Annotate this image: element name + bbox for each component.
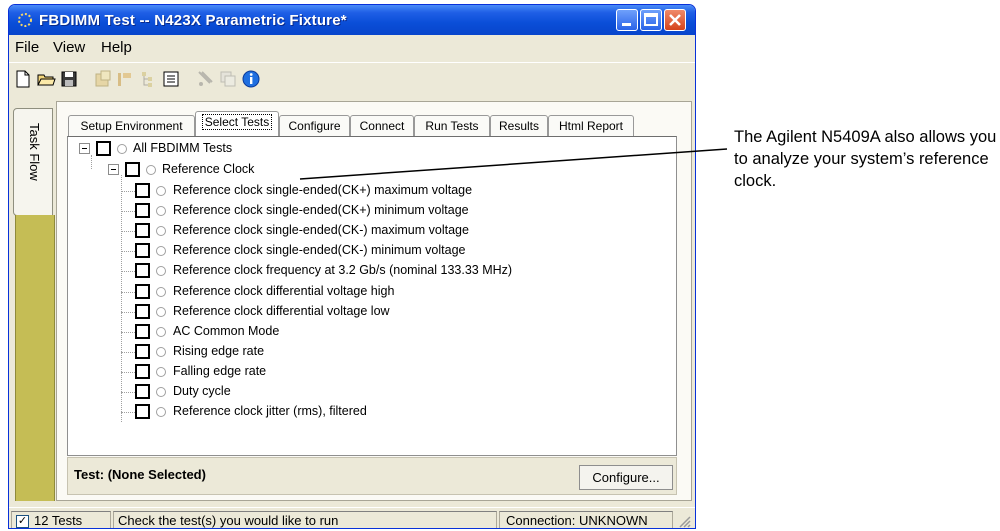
callout-leader [299,148,728,180]
callout-text: The Agilent N5409A also allows you to an… [734,128,997,190]
